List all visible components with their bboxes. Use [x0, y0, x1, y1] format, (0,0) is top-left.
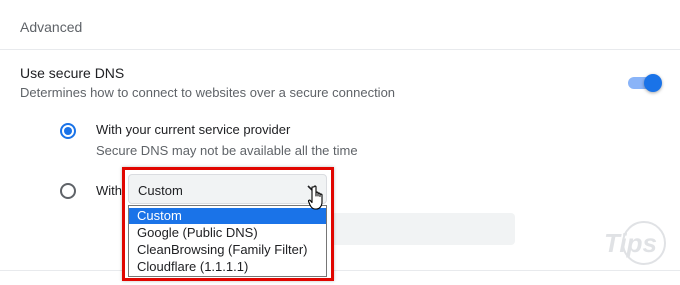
current-provider-label: With your current service provider: [96, 122, 291, 137]
radio-custom-provider[interactable]: [60, 183, 76, 199]
tips-logo-icon: Tips: [604, 221, 666, 265]
secure-dns-description: Determines how to connect to websites ov…: [20, 85, 396, 100]
dns-provider-select-value: Custom: [138, 183, 183, 198]
dns-provider-select[interactable]: Custom: [128, 174, 327, 204]
toggle-knob: [644, 74, 662, 92]
custom-provider-label: With: [96, 183, 122, 198]
dns-provider-dropdown: Custom Google (Public DNS) CleanBrowsing…: [128, 205, 327, 277]
secure-dns-label: Use secure DNS: [20, 65, 125, 81]
svg-text:Tips: Tips: [604, 228, 657, 258]
dropdown-option-custom[interactable]: Custom: [129, 208, 326, 224]
settings-card: Advanced Use secure DNS Determines how t…: [0, 0, 680, 285]
dropdown-option-cleanbrowsing[interactable]: CleanBrowsing (Family Filter): [129, 242, 326, 258]
divider: [0, 49, 680, 50]
radio-current-provider[interactable]: [60, 123, 76, 139]
section-title: Advanced: [20, 19, 83, 35]
hand-pointer-icon: [307, 185, 323, 210]
dropdown-option-cloudflare[interactable]: Cloudflare (1.1.1.1): [129, 259, 326, 275]
current-provider-sublabel: Secure DNS may not be available all the …: [96, 143, 358, 158]
custom-dns-input[interactable]: [330, 213, 515, 245]
divider: [0, 270, 680, 271]
dropdown-option-google[interactable]: Google (Public DNS): [129, 225, 326, 241]
secure-dns-toggle[interactable]: [628, 74, 662, 92]
